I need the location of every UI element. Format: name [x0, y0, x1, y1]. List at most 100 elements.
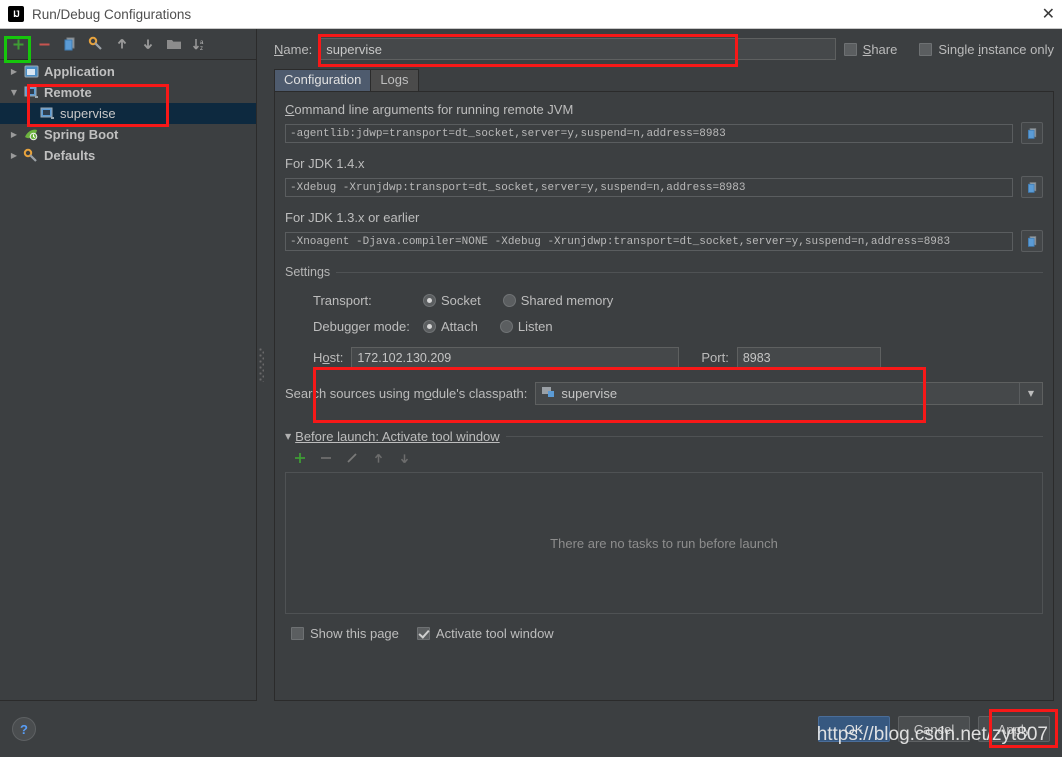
settings-fieldset: Settings Transport: Socket Shared memory [285, 264, 1043, 405]
svg-text:z: z [200, 46, 203, 52]
remove-configuration-button[interactable] [32, 32, 56, 56]
tree-item-remote[interactable]: ▼ Remote [0, 82, 256, 103]
create-folder-button[interactable] [162, 32, 186, 56]
configurations-toolbar: a z [0, 29, 256, 59]
transport-row: Transport: Socket Shared memory [313, 287, 1043, 313]
radio-icon[interactable] [423, 293, 436, 307]
jdk14-args-input[interactable]: -Xdebug -Xrunjdwp:transport=dt_socket,se… [285, 177, 1013, 197]
ok-button[interactable]: OK [818, 716, 890, 742]
module-icon [542, 386, 556, 401]
move-down-button[interactable] [136, 32, 160, 56]
tab-configuration[interactable]: Configuration [274, 69, 372, 91]
before-launch-header: ▼ Before launch: Activate tool window [285, 429, 1043, 444]
classpath-value: supervise [561, 386, 618, 401]
jvm-args-input[interactable]: -agentlib:jdwp=transport=dt_socket,serve… [285, 123, 1013, 143]
cancel-button[interactable]: Cancel [898, 716, 970, 742]
debugger-mode-attach-radio[interactable]: Attach [423, 319, 478, 334]
collapse-chevron-icon[interactable]: ▼ [6, 88, 22, 97]
classpath-combo-text: supervise [536, 386, 1019, 401]
close-icon[interactable]: ✕ [1042, 6, 1055, 22]
move-task-down-button[interactable] [393, 447, 415, 469]
debugger-mode-listen-radio[interactable]: Listen [499, 318, 553, 334]
edit-defaults-wrench-icon[interactable] [84, 32, 108, 56]
transport-shared-memory-radio[interactable]: Shared memory [502, 293, 613, 308]
empty-task-message: There are no tasks to run before launch [550, 535, 778, 551]
configuration-tab-panel: Command line arguments for running remot… [274, 91, 1054, 701]
host-label: Host: [313, 350, 344, 365]
collapse-chevron-icon[interactable]: ▼ [285, 432, 291, 441]
expand-chevron-icon[interactable]: ▶ [6, 67, 22, 76]
move-task-up-button[interactable] [367, 447, 389, 469]
expand-chevron-icon[interactable]: ▶ [6, 130, 22, 139]
jdk13-args-input[interactable]: -Xnoagent -Djava.compiler=NONE -Xdebug -… [285, 231, 1013, 251]
intellij-idea-logo-icon: IJ [8, 6, 24, 22]
application-icon [22, 64, 40, 80]
debugger-mode-attach-label: Attach [441, 318, 478, 334]
radio-icon[interactable] [499, 319, 513, 333]
edit-task-pencil-icon[interactable] [341, 447, 363, 469]
port-label: Port: [701, 350, 729, 365]
show-this-page-checkbox-box[interactable] [291, 627, 304, 640]
share-checkbox[interactable]: Share [843, 41, 898, 57]
panel-splitter[interactable] [257, 29, 266, 701]
remove-task-button[interactable] [315, 447, 337, 469]
jdk14-row: -Xdebug -Xrunjdwp:transport=dt_socket,se… [285, 176, 1043, 198]
copy-to-clipboard-icon[interactable] [1021, 230, 1043, 252]
help-button[interactable]: ? [12, 717, 36, 741]
editor-tabs: Configuration Logs [266, 69, 1054, 91]
radio-icon[interactable] [502, 293, 516, 307]
add-configuration-button[interactable] [6, 32, 30, 56]
configuration-editor-panel: Name: Share Single instance only Configu… [266, 29, 1062, 701]
before-launch-divider [505, 436, 1043, 437]
share-checkbox-box[interactable] [843, 42, 857, 56]
copy-to-clipboard-icon[interactable] [1021, 176, 1043, 198]
classpath-combo[interactable]: supervise ▼ [535, 382, 1043, 405]
transport-socket-radio[interactable]: Socket [423, 293, 481, 308]
single-instance-checkbox-box[interactable] [919, 42, 933, 56]
tree-item-label: Defaults [44, 148, 96, 163]
jdk14-title: For JDK 1.4.x [285, 156, 365, 171]
activate-tool-window-label: Activate tool window [435, 626, 554, 641]
show-this-page-checkbox[interactable]: Show this page [291, 626, 399, 641]
activate-tool-window-checkbox[interactable]: Activate tool window [416, 626, 554, 641]
name-input[interactable] [320, 38, 836, 60]
tree-item-supervise[interactable]: supervise [0, 103, 256, 124]
dialog-body: a z ▶ Application ▼ Remote supervise ▶ S… [0, 29, 1062, 757]
before-launch-toolbar [285, 444, 1043, 472]
transport-label: Transport: [313, 292, 372, 308]
settings-body: Transport: Socket Shared memory Debugger… [285, 279, 1043, 405]
radio-icon[interactable] [423, 319, 436, 333]
spring-boot-icon [22, 127, 40, 143]
single-instance-checkbox[interactable]: Single instance only [919, 42, 1054, 57]
port-input[interactable] [736, 347, 881, 368]
remote-icon [38, 106, 56, 122]
dialog-buttons: OK Cancel Apply [818, 716, 1050, 742]
before-launch-title: Before launch: Activate tool window [295, 429, 506, 444]
show-this-page-label: Show this page [310, 626, 399, 641]
move-up-button[interactable] [110, 32, 134, 56]
classpath-row: Search sources using module's classpath:… [285, 382, 1043, 405]
tree-item-spring-boot[interactable]: ▶ Spring Boot [0, 124, 256, 145]
single-instance-label: Single instance only [938, 41, 1054, 57]
classpath-label: Search sources using module's classpath: [285, 386, 528, 401]
add-task-button[interactable] [289, 447, 311, 469]
expand-chevron-icon[interactable]: ▶ [6, 151, 22, 160]
tree-item-defaults[interactable]: ▶ Defaults [0, 145, 256, 166]
chevron-down-icon[interactable]: ▼ [1019, 383, 1042, 404]
host-input[interactable] [351, 347, 680, 368]
transport-socket-label: Socket [441, 292, 481, 308]
tree-item-label: Remote [44, 85, 92, 100]
tree-item-label: Application [44, 64, 115, 79]
debugger-mode-listen-label: Listen [517, 318, 553, 334]
apply-button[interactable]: Apply [978, 716, 1050, 742]
before-launch-task-list[interactable]: There are no tasks to run before launch [285, 472, 1043, 614]
tree-item-application[interactable]: ▶ Application [0, 61, 256, 82]
debugger-mode-label: Debugger mode: [313, 318, 410, 334]
share-label: Share [862, 41, 898, 57]
activate-tool-window-checkbox-box[interactable] [416, 627, 430, 640]
copy-configuration-button[interactable] [58, 32, 82, 56]
sort-alphabetically-button[interactable]: a z [188, 32, 212, 56]
configurations-tree[interactable]: ▶ Application ▼ Remote supervise ▶ Sprin… [0, 59, 256, 701]
copy-to-clipboard-icon[interactable] [1021, 122, 1043, 144]
tab-logs[interactable]: Logs [370, 69, 419, 91]
